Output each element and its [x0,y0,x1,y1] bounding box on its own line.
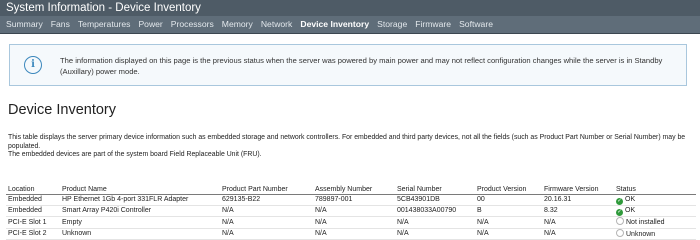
cell-product-version: 00 [475,194,542,206]
cell-product-name: Unknown [60,228,220,240]
column-header-assembly-number[interactable]: Assembly Number [313,185,395,195]
status-text: OK [625,196,636,203]
notice-text: The information displayed on this page i… [60,56,663,76]
cell-status: ✓ OK [614,194,696,206]
cell-product-name: HP Ethernet 1Gb 4-port 331FLR Adapter [60,194,220,206]
status-text: Not installed [626,219,665,226]
cell-part-number: N/A [220,205,313,217]
tab-memory[interactable]: Memory [218,16,257,33]
description-text: This table displays the server primary d… [8,134,686,150]
tab-storage[interactable]: Storage [373,16,411,33]
cell-part-number: N/A [220,216,313,229]
column-header-product-name[interactable]: Product Name [60,185,220,195]
cell-firmware-version: N/A [542,216,614,229]
window-title: System Information - Device Inventory [6,2,201,14]
column-header-firmware-version[interactable]: Firmware Version [542,185,614,195]
tab-bar: Summary Fans Temperatures Power Processo… [0,16,700,34]
tab-device-inventory[interactable]: Device Inventory [296,16,373,33]
empty-circle-icon [616,228,624,237]
status-text: Unknown [626,230,656,238]
cell-status: Unknown [614,228,696,240]
cell-serial-number: 5CB43901DB [395,194,475,206]
cell-part-number: 629135-B22 [220,194,313,206]
table-row: Embedded Smart Array P420i Controller N/… [6,205,696,217]
info-icon: i [24,56,42,74]
cell-firmware-version: 20.16.31 [542,194,614,206]
cell-status: ✓ OK [614,205,696,217]
cell-part-number: N/A [220,228,313,240]
cell-location: Embedded [6,205,60,217]
tab-software[interactable]: Software [455,16,497,33]
cell-firmware-version: N/A [542,228,614,240]
tab-network[interactable]: Network [257,16,297,33]
tab-fans[interactable]: Fans [47,16,74,33]
window-title-bar: System Information - Device Inventory [0,0,700,16]
tab-summary[interactable]: Summary [2,16,47,33]
cell-product-version: N/A [475,228,542,240]
cell-assembly-number: N/A [313,205,395,217]
column-header-product-version[interactable]: Product Version [475,185,542,195]
cell-assembly-number: N/A [313,216,395,229]
empty-circle-icon [616,217,624,225]
status-text: OK [625,207,636,214]
page-title: Device Inventory [8,102,116,118]
cell-product-version: N/A [475,216,542,229]
table-row: PCI-E Slot 2 Unknown N/A N/A N/A N/A N/A… [6,228,696,240]
tab-power[interactable]: Power [134,16,166,33]
column-header-product-part-number[interactable]: Product Part Number [220,185,313,195]
tab-processors[interactable]: Processors [167,16,218,33]
table-row: Embedded HP Ethernet 1Gb 4-port 331FLR A… [6,194,696,206]
cell-product-name: Empty [60,216,220,229]
cell-product-version: B [475,205,542,217]
ok-check-icon: ✓ [616,209,623,216]
cell-serial-number: N/A [395,216,475,229]
cell-product-name: Smart Array P420i Controller [60,205,220,217]
page-description: This table displays the server primary d… [8,134,698,160]
column-header-location[interactable]: Location [6,185,60,195]
cell-location: PCI-E Slot 2 [6,228,60,240]
cell-status: Not installed [614,216,696,229]
cell-location: PCI-E Slot 1 [6,216,60,229]
cell-serial-number: N/A [395,228,475,240]
cell-location: Embedded [6,194,60,206]
column-header-serial-number[interactable]: Serial Number [395,185,475,195]
ok-check-icon: ✓ [616,198,623,205]
table-header-row: Location Product Name Product Part Numbe… [6,185,696,195]
tab-temperatures[interactable]: Temperatures [74,16,135,33]
cell-firmware-version: 8.32 [542,205,614,217]
cell-assembly-number: 789897-001 [313,194,395,206]
cell-assembly-number: N/A [313,228,395,240]
info-notice: i The information displayed on this page… [9,44,687,86]
device-inventory-table: Location Product Name Product Part Numbe… [6,185,696,240]
column-header-status[interactable]: Status [614,185,696,195]
table-row: PCI-E Slot 1 Empty N/A N/A N/A N/A N/A N… [6,216,696,229]
cell-serial-number: 001438033A00790 [395,205,475,217]
tab-firmware[interactable]: Firmware [411,16,455,33]
fru-note: The embedded devices are part of the sys… [8,151,262,159]
